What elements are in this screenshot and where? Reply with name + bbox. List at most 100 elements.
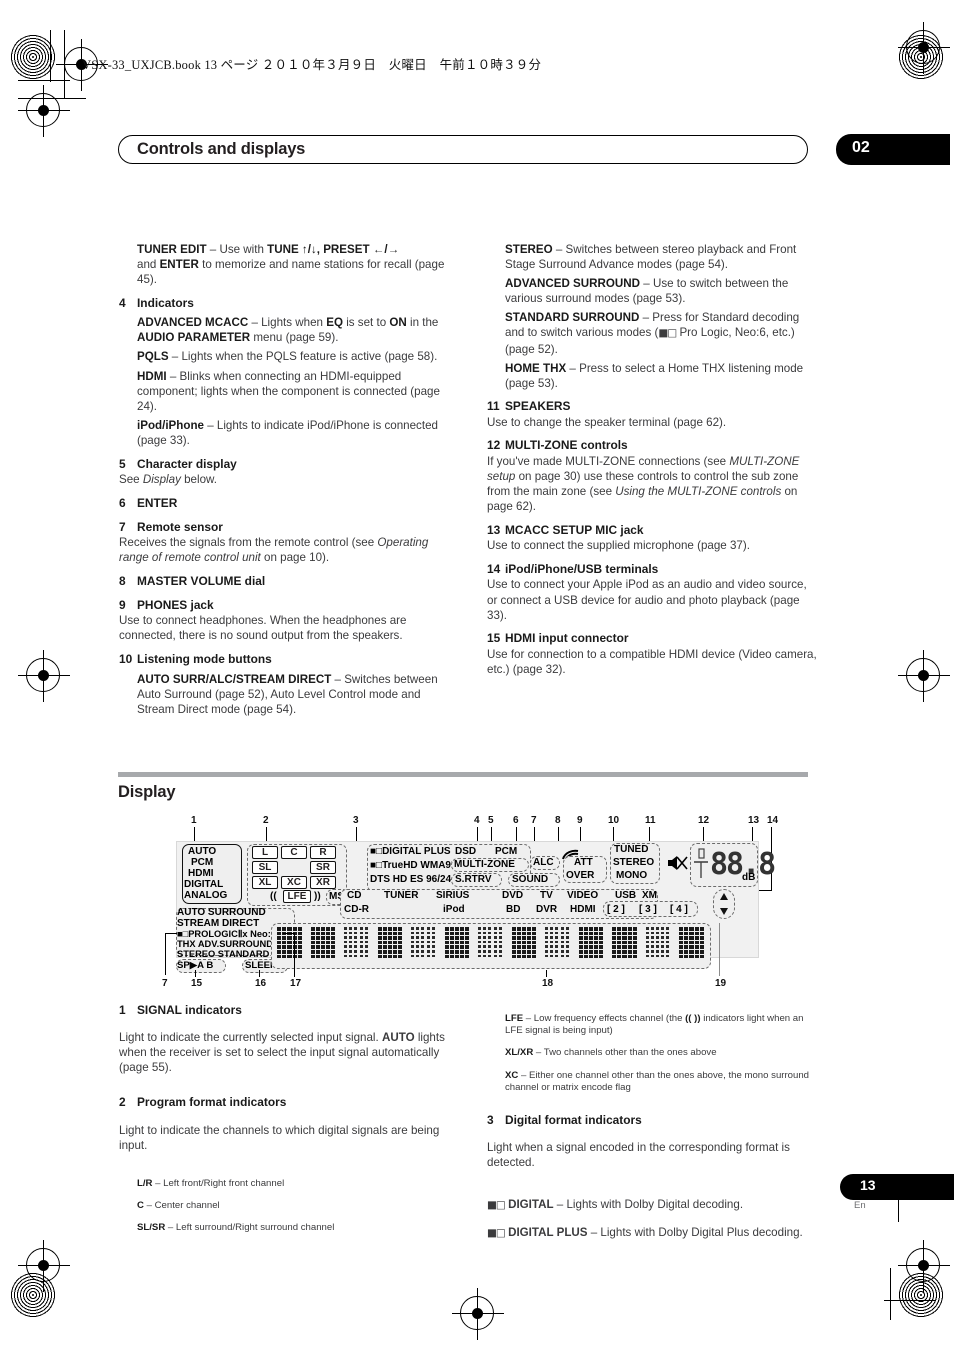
item-11-title: SPEAKERS <box>505 399 571 414</box>
alc-indicator: ALC <box>533 857 554 868</box>
character-cell <box>310 927 337 961</box>
item-7-number: 7 <box>119 519 126 534</box>
chapter-number-badge: 02 <box>836 134 950 165</box>
hdmi-label: HDMI <box>137 369 167 383</box>
auto-bold-label: AUTO <box>381 1031 415 1045</box>
srtrv-indicator: S.RTRV <box>455 874 492 885</box>
sound-indicator: SOUND <box>512 874 549 885</box>
callout-7-bottom: 7 <box>162 978 168 989</box>
item-11-body: Use to change the speaker terminal (page… <box>487 415 727 429</box>
pqls-paragraph: PQLS – Lights when the PQLS feature is a… <box>119 349 455 364</box>
item-5-text-b: below. <box>180 473 217 487</box>
display-item-3-heading: 3 Digital format indicators <box>487 1113 817 1129</box>
item-11-number: 11 <box>487 399 500 414</box>
dsd-indicator: DSD <box>455 846 477 857</box>
character-display-cells <box>277 927 704 965</box>
channel-XC: XC <box>281 876 307 889</box>
character-cell <box>344 927 370 961</box>
preset-label: PRESET <box>323 243 370 256</box>
eq-label: EQ <box>326 316 343 330</box>
item-13-number: 13 <box>487 522 501 537</box>
item-8-number: 8 <box>119 573 126 588</box>
tuner-stereo-indicator: STEREO <box>613 857 655 868</box>
registration-mark-right-mid <box>898 650 950 702</box>
callout-16-tick <box>259 970 260 977</box>
tuner-mono-indicator: MONO <box>616 870 648 881</box>
xc-text: – Either one channel other than the ones… <box>505 1069 810 1094</box>
callout-3: 3 <box>353 815 359 826</box>
tuner-edit-text-1: – Use with <box>206 243 268 256</box>
item-12-text-a: If you've made MULTI-ZONE connections (s… <box>487 454 730 468</box>
character-cell <box>612 927 638 961</box>
slsr-text: – Left surround/Right surround channel <box>165 1222 335 1234</box>
page-number: 13 <box>860 1177 876 1193</box>
item-12-italic-2: Using the MULTI-ZONE controls <box>615 485 782 499</box>
item-8-title: MASTER VOLUME dial <box>137 573 266 588</box>
callout-6: 6 <box>513 815 519 826</box>
signal-indicator-analog: ANALOG <box>184 890 228 901</box>
item-5-body: See Display below. <box>119 472 455 487</box>
display-item-3-number: 3 <box>487 1112 494 1127</box>
channel-legend-c: C – Center channel <box>119 1200 455 1213</box>
item-13-body: Use to connect the supplied microphone (… <box>487 539 750 553</box>
item-4-number: 4 <box>119 295 126 310</box>
xc-label: XC <box>505 1069 519 1081</box>
crop-mark-tl2-h <box>18 98 86 99</box>
callout-18: 18 <box>542 978 554 989</box>
lfe-paren-left-icon: (( <box>270 891 277 902</box>
input-tv: TV <box>540 890 553 901</box>
adv-mcacc-text-4: menu (page 59). <box>250 331 339 345</box>
page-title: Controls and displays <box>137 140 306 158</box>
crop-mark-br-h <box>884 1300 936 1301</box>
c-text: – Center channel <box>143 1200 220 1212</box>
tuner-edit-text-2: and <box>137 258 160 272</box>
tuner-edit-paragraph: TUNER EDIT – Use with TUNE ↑/↓, PRESET ←… <box>119 242 455 287</box>
on-label: ON <box>389 316 407 330</box>
callout-17-tick <box>294 933 295 977</box>
item-9-number: 9 <box>119 597 126 612</box>
standard-surround-label: STANDARD SURROUND <box>505 311 640 325</box>
display-section-rule <box>118 772 808 777</box>
input-bd: BD <box>506 904 521 915</box>
zone-tag-3: [ 3 ] <box>639 904 657 915</box>
zone-tag-2: [ 2 ] <box>607 904 625 915</box>
item-13-heading: 13 MCACC SETUP MIC jack <box>487 523 817 539</box>
item-14-number: 14 <box>487 561 501 576</box>
input-hdmi: HDMI <box>570 904 596 915</box>
pcm-top-indicator: PCM <box>495 846 518 857</box>
item-5-text-italic: Display <box>142 473 181 487</box>
channel-SR: SR <box>310 861 336 874</box>
item-15-body: Use for connection to a compatible HDMI … <box>487 647 817 676</box>
input-video: VIDEO <box>567 890 599 901</box>
mode-stream-direct: STREAM DIRECT <box>177 918 260 929</box>
character-cell <box>377 927 404 961</box>
item-14-heading: 14 iPod/iPhone/USB terminals <box>487 562 817 578</box>
lfe-text-1: – Low frequency effects channel (the <box>523 1012 686 1024</box>
stereo-paragraph: STEREO – Switches between stereo playbac… <box>487 242 817 272</box>
right-column: STEREO – Switches between stereo playbac… <box>487 242 817 677</box>
item-6-number: 6 <box>119 495 126 510</box>
callout-2: 2 <box>263 815 269 826</box>
item-4-title: Indicators <box>137 295 194 310</box>
item-12-title: MULTI-ZONE controls <box>505 438 628 453</box>
tune-arrows: ↑/↓, <box>298 243 324 256</box>
registration-mark-top-right <box>898 22 950 74</box>
lr-text: – Left front/Right front channel <box>152 1177 285 1189</box>
item-11-heading: 11 SPEAKERS <box>487 399 817 415</box>
callout-12: 12 <box>698 815 710 826</box>
item-7-heading: 7 Remote sensor <box>119 520 455 536</box>
auto-surr-label: AUTO SURR/ALC/STREAM DIRECT <box>137 672 332 686</box>
lfe-paren-right-icon: )) <box>314 891 321 902</box>
callout-18-tick <box>546 970 547 977</box>
advanced-surround-label: ADVANCED SURROUND <box>505 277 641 291</box>
channel-SL: SL <box>252 861 278 874</box>
adv-mcacc-text-1: – Lights when <box>248 316 327 330</box>
arrow-up-down-icon <box>720 893 728 915</box>
item-12-body: If you've made MULTI-ZONE connections (s… <box>487 454 817 514</box>
crop-mark-tl-h <box>18 80 70 81</box>
input-usb: USB <box>615 890 637 901</box>
item-10-heading: 10 Listening mode buttons <box>119 652 455 668</box>
item-9-title: PHONES jack <box>137 597 214 612</box>
registration-mark-left-mid <box>18 650 70 702</box>
display-item-1-title: SIGNAL indicators <box>137 1003 242 1017</box>
